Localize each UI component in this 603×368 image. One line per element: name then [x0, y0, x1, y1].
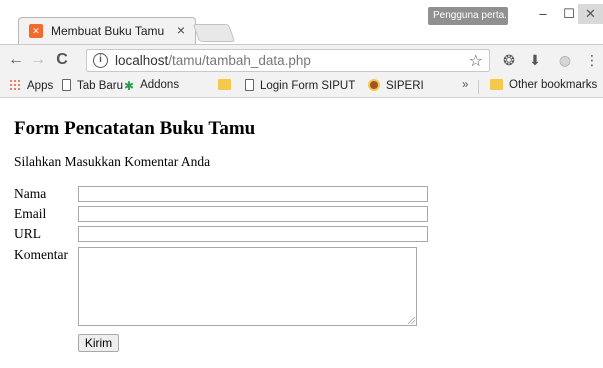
- download-icon[interactable]: ⬇: [526, 51, 544, 69]
- url-path: /tamu/tambah_data.php: [168, 53, 311, 68]
- extension-icon[interactable]: ❂: [500, 51, 518, 69]
- bookmark-addons[interactable]: ✱ Addons: [124, 79, 180, 93]
- page-subtitle: Silahkan Masukkan Komentar Anda: [14, 154, 211, 169]
- tab-title: Membuat Buku Tamu: [51, 24, 165, 38]
- info-icon[interactable]: i: [93, 53, 108, 68]
- address-bar[interactable]: i localhost/tamu/tambah_data.php ☆: [86, 49, 490, 72]
- browser-toolbar: ← → C i localhost/tamu/tambah_data.php ☆…: [0, 44, 603, 75]
- bookmark-addons-label: Addons: [140, 79, 180, 91]
- page-title: Form Pencatatan Buku Tamu: [14, 118, 256, 139]
- label-url: URL: [14, 226, 41, 241]
- tab-membuat-buku-tamu[interactable]: ✕ Membuat Buku Tamu ×: [18, 17, 196, 44]
- bookmark-login-form-siput[interactable]: Login Form SIPUT: [245, 79, 355, 92]
- bookmark-apps-label: Apps: [27, 80, 54, 92]
- extension-globe-icon[interactable]: ◍: [556, 51, 574, 69]
- browser-titlebar: ✕ Membuat Buku Tamu × Pengguna perta... …: [0, 0, 603, 44]
- label-nama: Nama: [14, 186, 47, 201]
- apps-grid-icon: [9, 79, 21, 91]
- new-tab-button[interactable]: [192, 24, 236, 42]
- page-icon: [245, 79, 254, 91]
- forward-arrow-icon[interactable]: →: [28, 50, 48, 70]
- profile-badge[interactable]: Pengguna perta...: [428, 7, 508, 25]
- tab-close-icon[interactable]: ×: [177, 22, 185, 38]
- back-arrow-icon[interactable]: ←: [6, 50, 26, 70]
- page-content: Form Pencatatan Buku Tamu Silahkan Masuk…: [0, 98, 603, 368]
- bookmarks-overflow-icon[interactable]: »: [462, 79, 468, 91]
- bookmark-other-bookmarks[interactable]: Other bookmarks: [490, 79, 597, 91]
- kirim-button[interactable]: Kirim: [78, 334, 119, 352]
- close-window-button[interactable]: ✕: [578, 4, 603, 24]
- url-input[interactable]: [78, 226, 428, 242]
- bookmark-apps[interactable]: Apps: [9, 79, 53, 92]
- email-input[interactable]: [78, 206, 428, 222]
- bookmark-tab-baru[interactable]: Tab Baru: [62, 79, 123, 92]
- bookmarks-divider: [478, 80, 479, 94]
- page-icon: [62, 79, 71, 91]
- puzzle-icon: ✱: [124, 79, 135, 93]
- bookmark-login-label: Login Form SIPUT: [260, 80, 356, 92]
- label-email: Email: [14, 206, 47, 221]
- folder-icon: [490, 79, 503, 90]
- label-komentar: Komentar: [14, 247, 68, 262]
- folder-icon: [218, 79, 231, 90]
- reload-icon[interactable]: C: [52, 50, 72, 70]
- bookmarks-bar: Apps Tab Baru ✱ Addons Login Form SIPUT S…: [0, 75, 603, 98]
- nama-input[interactable]: [78, 186, 428, 202]
- resize-grip-icon[interactable]: [408, 317, 415, 324]
- url-host: localhost: [115, 53, 169, 68]
- url-text: localhost/tamu/tambah_data.php: [115, 53, 311, 68]
- xampp-favicon-icon: ✕: [29, 24, 43, 38]
- bookmark-siperi-label: SIPERI: [386, 80, 424, 92]
- komentar-textarea[interactable]: [78, 247, 417, 326]
- bookmark-siperi[interactable]: SIPERI: [368, 79, 424, 92]
- bookmark-star-icon[interactable]: ☆: [469, 51, 483, 71]
- bookmark-tab-baru-label: Tab Baru: [77, 80, 124, 92]
- siperi-logo-icon: [368, 79, 380, 91]
- kebab-menu-icon[interactable]: ⋮: [583, 51, 601, 69]
- bookmark-folder[interactable]: [218, 79, 237, 91]
- bookmark-other-label: Other bookmarks: [509, 79, 598, 91]
- minimize-button[interactable]: –: [530, 4, 556, 24]
